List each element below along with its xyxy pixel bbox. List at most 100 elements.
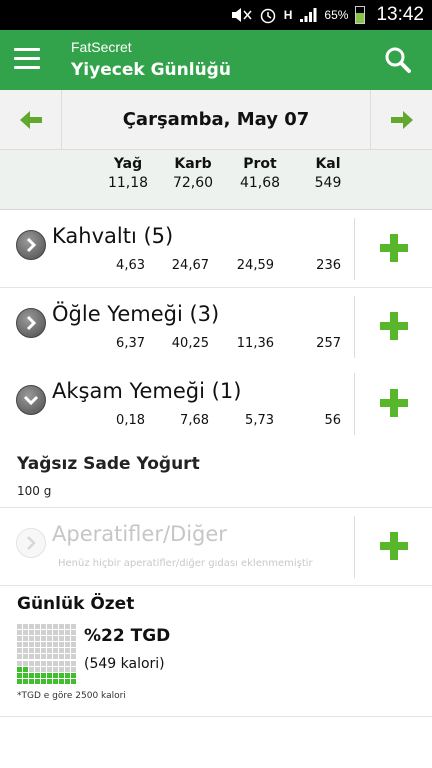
rdi-cell <box>71 648 76 654</box>
total-label: Karb <box>174 156 212 172</box>
rdi-cell <box>23 654 28 660</box>
add-food-icon[interactable] <box>378 232 410 264</box>
divider <box>0 716 432 717</box>
rdi-cell <box>71 636 76 642</box>
search-icon[interactable] <box>384 46 412 74</box>
alarm-icon <box>260 8 275 24</box>
chevron-right-icon <box>26 315 37 331</box>
rdi-cell <box>53 630 58 636</box>
chevron-down-icon <box>23 395 39 406</box>
empty-meal-note: Henüz hiçbir aperatifler/diğer gıdası ek… <box>58 558 313 569</box>
rdi-cell <box>65 660 70 666</box>
meal-carb: 24,67 <box>171 258 209 273</box>
rdi-cell <box>29 630 34 636</box>
divider <box>354 296 355 358</box>
total-calories: Kal 549 <box>293 156 363 191</box>
rdi-cell <box>53 660 58 666</box>
rdi-cell <box>29 672 34 678</box>
rdi-cell <box>65 678 70 684</box>
rdi-cell <box>35 654 40 660</box>
meal-snacks[interactable]: Aperatifler/Diğer Henüz hiçbir aperatifl… <box>0 508 432 586</box>
rdi-cell <box>59 624 64 629</box>
add-food-icon[interactable] <box>378 310 410 342</box>
rdi-cell <box>65 630 70 636</box>
rdi-cell <box>59 660 64 666</box>
rdi-cell <box>29 642 34 648</box>
rdi-progress-grid <box>17 624 77 684</box>
meal-title: Öğle Yemeği (3) <box>52 302 220 326</box>
rdi-cell <box>23 636 28 642</box>
rdi-cell <box>41 678 46 684</box>
rdi-cell <box>17 660 22 666</box>
add-food-icon[interactable] <box>378 387 410 419</box>
rdi-cell <box>65 624 70 629</box>
total-value: 549 <box>314 175 342 191</box>
rdi-footnote: *TGD e göre 2500 kalori <box>17 691 126 701</box>
rdi-cell <box>41 672 46 678</box>
rdi-cell <box>29 624 34 629</box>
meal-fat: 4,63 <box>116 258 145 273</box>
rdi-cell <box>41 654 46 660</box>
rdi-cell <box>53 672 58 678</box>
daily-totals: Yağ 11,18 Karb 72,60 Prot 41,68 Kal 549 <box>0 150 432 210</box>
rdi-cell <box>47 678 52 684</box>
meal-protein: 11,36 <box>236 336 274 351</box>
rdi-cell <box>35 630 40 636</box>
expand-toggle[interactable] <box>16 528 46 558</box>
food-item[interactable]: Yağsız Sade Yoğurt 100 g <box>0 442 432 508</box>
rdi-cell <box>17 678 22 684</box>
battery-icon <box>355 6 366 24</box>
total-carb: Karb 72,60 <box>158 156 228 191</box>
summary-title: Günlük Özet <box>17 594 135 614</box>
rdi-cell <box>29 678 34 684</box>
rdi-cell <box>35 666 40 672</box>
rdi-cell <box>41 630 46 636</box>
rdi-cell <box>17 672 22 678</box>
rdi-cell <box>59 654 64 660</box>
expand-toggle[interactable] <box>16 230 46 260</box>
next-day-button[interactable] <box>370 90 432 150</box>
divider <box>354 373 355 435</box>
current-date[interactable]: Çarşamba, May 07 <box>62 90 370 150</box>
rdi-cell <box>35 672 40 678</box>
rdi-cell <box>53 636 58 642</box>
meal-breakfast[interactable]: Kahvaltı (5) 4,63 24,67 24,59 236 <box>0 210 432 288</box>
rdi-cell <box>65 666 70 672</box>
rdi-cell <box>17 624 22 629</box>
rdi-cell <box>23 642 28 648</box>
rdi-cell <box>47 624 52 629</box>
food-amount: 100 g <box>17 484 52 498</box>
total-value: 11,18 <box>107 175 149 191</box>
rdi-cell <box>23 678 28 684</box>
hamburger-menu-icon[interactable] <box>14 48 40 72</box>
meal-lunch[interactable]: Öğle Yemeği (3) 6,37 40,25 11,36 257 <box>0 288 432 366</box>
rdi-cell <box>29 666 34 672</box>
rdi-cell <box>41 666 46 672</box>
rdi-cell <box>17 642 22 648</box>
total-fat: Yağ 11,18 <box>93 156 163 191</box>
rdi-cell <box>59 666 64 672</box>
meal-dinner[interactable]: Akşam Yemeği (1) 0,18 7,68 5,73 56 <box>0 365 432 443</box>
rdi-cell <box>65 636 70 642</box>
meal-protein: 24,59 <box>236 258 274 273</box>
rdi-cell <box>17 636 22 642</box>
meal-fat: 6,37 <box>116 336 145 351</box>
rdi-cell <box>35 660 40 666</box>
rdi-cell <box>71 630 76 636</box>
add-food-icon[interactable] <box>378 530 410 562</box>
rdi-cell <box>71 654 76 660</box>
previous-day-button[interactable] <box>0 90 62 150</box>
meal-carb: 7,68 <box>180 413 209 428</box>
expand-toggle[interactable] <box>16 308 46 338</box>
rdi-cell <box>29 648 34 654</box>
expand-toggle[interactable] <box>16 385 46 415</box>
rdi-cell <box>47 648 52 654</box>
food-name: Yağsız Sade Yoğurt <box>17 454 200 474</box>
rdi-cell <box>41 660 46 666</box>
rdi-cell <box>35 642 40 648</box>
rdi-cell <box>53 678 58 684</box>
signal-icon <box>300 8 317 22</box>
rdi-cell <box>17 654 22 660</box>
rdi-cell <box>71 660 76 666</box>
mute-icon <box>231 8 252 22</box>
